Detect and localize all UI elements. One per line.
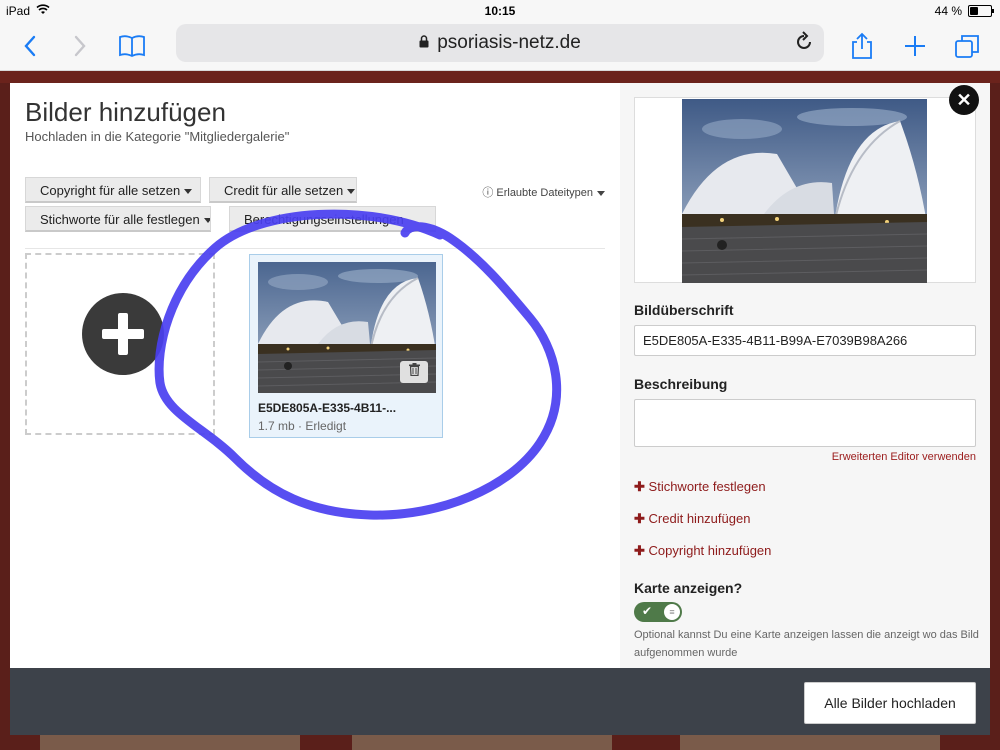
close-modal-button[interactable]: ✕ — [949, 85, 979, 115]
caret-down-icon — [203, 218, 210, 224]
keywords-all-label: Stichworte für alle festlegen — [40, 212, 200, 227]
battery-text: 44 % — [934, 4, 962, 18]
trash-icon — [408, 363, 420, 381]
plus-icon: ✚ — [634, 511, 645, 526]
permissions-label: Berechtigungseinstellungen — [244, 212, 404, 227]
copyright-all-button[interactable]: Copyright für alle setzen — [25, 177, 201, 203]
image-preview — [634, 97, 976, 283]
map-label: Karte anzeigen? — [634, 580, 743, 596]
modal-footer: Alle Bilder hochladen — [10, 668, 990, 735]
copyright-all-label: Copyright für alle setzen — [40, 183, 181, 198]
modal-subtitle: Hochladen in die Kategorie "Mitgliederga… — [25, 129, 290, 144]
reload-icon[interactable] — [794, 31, 814, 59]
new-tab-icon[interactable] — [897, 28, 933, 64]
battery-icon — [968, 5, 994, 17]
add-credit-label: Credit hinzufügen — [648, 511, 751, 526]
add-images-modal: Bilder hinzufügen Hochladen in die Kateg… — [10, 83, 990, 668]
plus-icon: ✚ — [634, 479, 645, 494]
page-background — [0, 71, 1000, 83]
close-icon: ✕ — [956, 89, 972, 110]
tabs-icon[interactable] — [949, 28, 985, 64]
toggle-knob: ≡ — [664, 604, 680, 620]
add-copyright-link[interactable]: ✚ Copyright hinzufügen — [634, 543, 771, 559]
caret-down-icon — [347, 189, 356, 195]
map-toggle[interactable]: ✔ ≡ — [634, 602, 682, 622]
info-icon: ⓘ — [482, 187, 494, 199]
add-file-icon[interactable] — [82, 293, 164, 375]
share-icon[interactable] — [844, 28, 880, 64]
status-bar: iPad 10:15 44 % — [0, 0, 1000, 22]
allowed-filetypes-toggle[interactable]: ⓘ Erlaubte Dateitypen — [482, 184, 605, 200]
lock-icon — [419, 32, 429, 54]
upload-area: Bilder hinzufügen Hochladen in die Kateg… — [10, 83, 620, 668]
check-icon: ✔ — [642, 604, 653, 618]
forward-icon[interactable] — [62, 28, 98, 64]
modal-title: Bilder hinzufügen — [25, 97, 226, 127]
add-keywords-label: Stichworte festlegen — [648, 479, 766, 494]
map-hint: Optional kannst Du eine Karte anzeigen l… — [634, 629, 979, 659]
add-keywords-link[interactable]: ✚ Stichworte festlegen — [634, 479, 766, 495]
allowed-filetypes-label: Erlaubte Dateitypen — [496, 187, 593, 199]
add-file-dropzone[interactable] — [25, 253, 215, 435]
plus-icon: ✚ — [634, 543, 645, 558]
page-background-strip — [352, 735, 612, 750]
caption-input[interactable] — [634, 325, 976, 356]
uploaded-file-card[interactable]: E5DE805A-E335-4B11-... 1.7 mb · Erledigt — [249, 254, 443, 438]
file-thumbnail — [258, 262, 436, 393]
permissions-button[interactable]: Berechtigungseinstellungen — [229, 206, 436, 232]
file-name: E5DE805A-E335-4B11-... — [258, 401, 397, 415]
address-bar[interactable]: psoriasis-netz.de — [176, 24, 824, 62]
description-label: Beschreibung — [634, 376, 728, 392]
url-text: psoriasis-netz.de — [437, 32, 581, 53]
delete-file-button[interactable] — [400, 361, 428, 383]
preview-photo — [682, 99, 927, 283]
keywords-all-button[interactable]: Stichworte für alle festlegen — [25, 206, 211, 232]
bookmarks-icon[interactable] — [114, 28, 150, 64]
caret-down-icon — [597, 190, 605, 196]
image-details-panel: Bildüberschrift Beschreibung Erweiterten… — [620, 83, 990, 668]
caption-label: Bildüberschrift — [634, 302, 734, 318]
clock: 10:15 — [484, 4, 516, 18]
caret-down-icon — [184, 189, 193, 195]
add-copyright-label: Copyright hinzufügen — [648, 543, 772, 558]
file-meta: 1.7 mb · Erledigt — [258, 419, 347, 433]
credit-all-label: Credit für alle setzen — [224, 183, 344, 198]
back-icon[interactable] — [12, 28, 48, 64]
browser-toolbar: psoriasis-netz.de — [0, 22, 1000, 71]
add-credit-link[interactable]: ✚ Credit hinzufügen — [634, 511, 750, 527]
upload-all-button[interactable]: Alle Bilder hochladen — [804, 682, 976, 724]
description-textarea[interactable] — [634, 399, 976, 447]
divider — [25, 248, 605, 249]
credit-all-button[interactable]: Credit für alle setzen — [209, 177, 357, 203]
page-background-strip — [680, 735, 940, 750]
page-background-strip — [40, 735, 300, 750]
advanced-editor-link[interactable]: Erweiterten Editor verwenden — [832, 451, 976, 463]
